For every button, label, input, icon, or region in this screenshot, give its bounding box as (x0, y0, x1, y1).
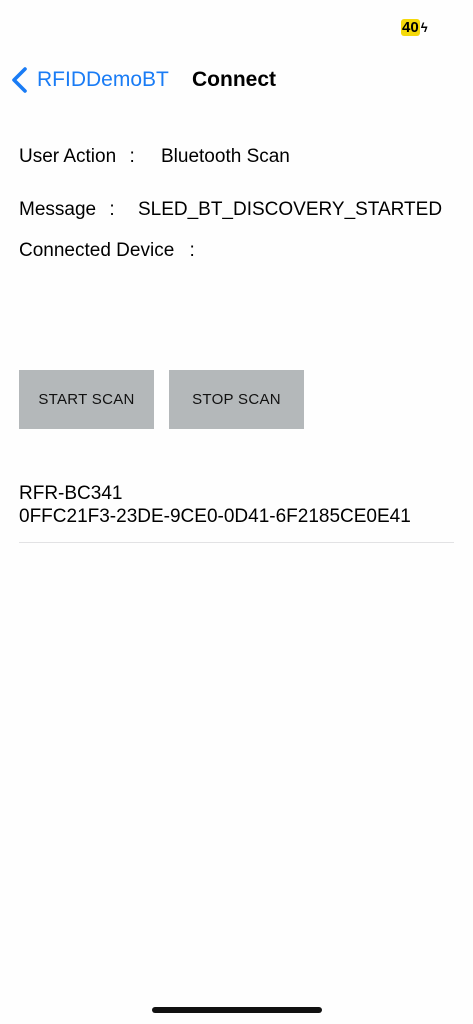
status-bar: 40 ϟ (0, 0, 473, 50)
page-title: Connect (192, 68, 276, 91)
home-indicator[interactable] (152, 1007, 322, 1013)
start-scan-button[interactable]: START SCAN (19, 370, 154, 429)
navigation-bar: RFIDDemoBT Connect (0, 58, 473, 102)
battery-indicator: 40 ϟ (401, 19, 428, 36)
connect-screen: 40 ϟ RFIDDemoBT Connect User Action : Bl… (0, 0, 473, 1024)
device-id: 0FFC21F3-23DE-9CE0-0D41-6F2185CE0E41 (19, 506, 411, 527)
message-label: Message (19, 199, 97, 220)
user-action-row: User Action : Bluetooth Scan (19, 145, 290, 169)
device-list: RFR-BC341 0FFC21F3-23DE-9CE0-0D41-6F2185… (19, 482, 454, 543)
message-value: SLED_BT_DISCOVERY_STARTED (137, 199, 443, 220)
bolt-icon: ϟ (420, 20, 428, 35)
stop-scan-button[interactable]: STOP SCAN (169, 370, 304, 429)
user-action-value: Bluetooth Scan (161, 146, 290, 167)
back-label: RFIDDemoBT (37, 68, 169, 91)
device-name: RFR-BC341 (19, 483, 123, 504)
message-separator: : (109, 199, 115, 220)
back-button[interactable]: RFIDDemoBT (10, 66, 169, 94)
battery-level: 40 (401, 19, 420, 36)
connected-device-label: Connected Device (19, 240, 175, 261)
connected-device-row: Connected Device : (19, 239, 200, 263)
message-row: Message : SLED_BT_DISCOVERY_STARTED (19, 198, 442, 222)
connected-device-separator: : (189, 240, 195, 261)
list-item[interactable]: RFR-BC341 0FFC21F3-23DE-9CE0-0D41-6F2185… (19, 482, 454, 543)
user-action-separator: : (129, 146, 135, 167)
chevron-left-icon (12, 67, 27, 93)
user-action-label: User Action (19, 146, 117, 167)
